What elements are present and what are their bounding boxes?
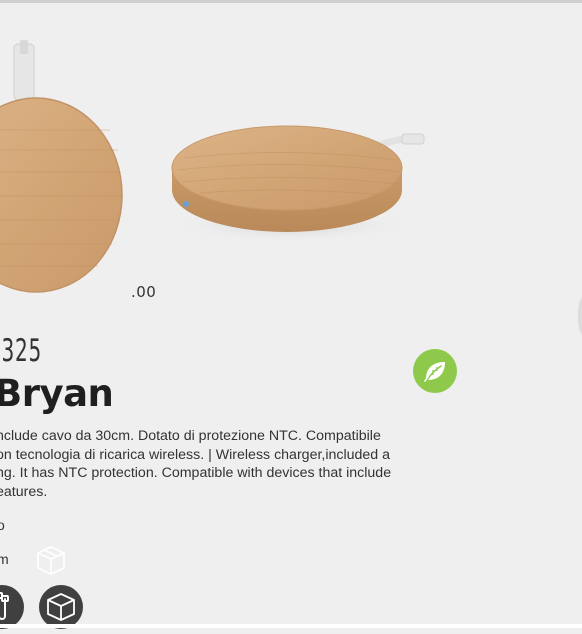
- product-sku: 6325: [0, 333, 42, 369]
- cable-badge: [0, 585, 24, 629]
- description-line: on tecnologia di ricarica wireless. | Wi…: [0, 446, 391, 463]
- box-icon: [47, 593, 75, 621]
- packaging-badge: [39, 585, 83, 629]
- charger-front-view: [0, 40, 123, 293]
- box-outline-icon: [37, 546, 65, 575]
- variant-code: .00: [131, 283, 157, 301]
- spec-material: o: [0, 517, 5, 533]
- product-image: [0, 40, 425, 293]
- product-description: nclude cavo da 30cm. Dotato di protezion…: [0, 427, 464, 501]
- description-line: nclude cavo da 30cm. Dotato di protezion…: [0, 428, 381, 444]
- charger-perspective-view: [170, 125, 425, 243]
- description-line: ng. It has NTC protection. Compatible wi…: [0, 465, 392, 481]
- leaf-icon: [424, 362, 445, 382]
- page-edge-mark: [578, 298, 582, 334]
- bottom-divider: [0, 624, 582, 628]
- eco-badge: [413, 349, 457, 393]
- product-title: Bryan: [0, 372, 114, 415]
- spec-size: m: [0, 551, 9, 567]
- cable-icon: [0, 592, 9, 620]
- description-line: eatures.: [0, 483, 48, 500]
